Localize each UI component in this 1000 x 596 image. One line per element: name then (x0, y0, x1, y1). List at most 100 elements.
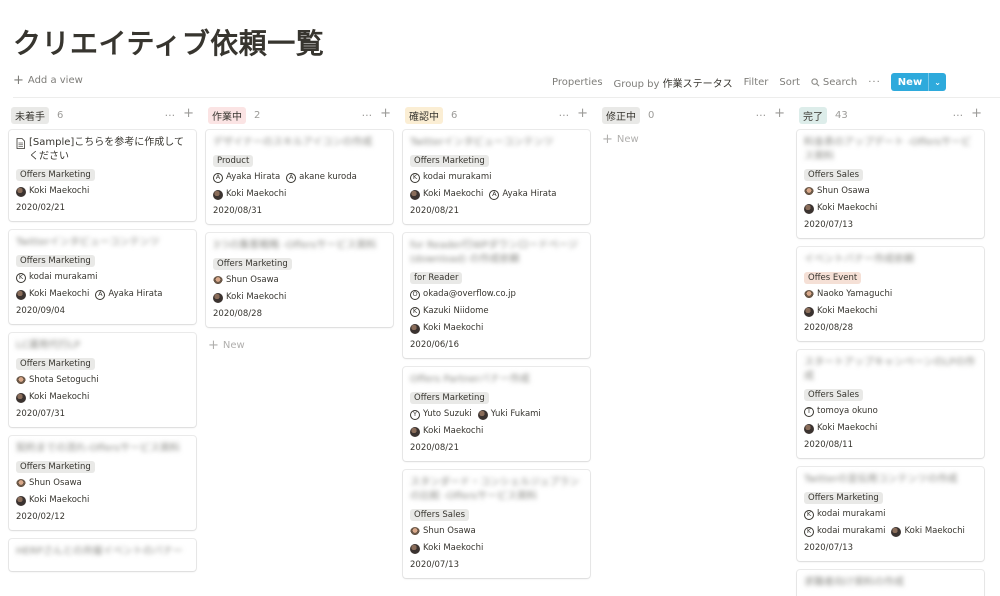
properties-button[interactable]: Properties (552, 77, 603, 88)
column-actions: ··· + (953, 107, 982, 122)
search-icon (811, 77, 820, 86)
column-status-tag[interactable]: 確認中 (405, 106, 443, 124)
avatar (410, 189, 420, 200)
column-more-icon[interactable]: ··· (756, 109, 767, 122)
avatar (804, 289, 814, 300)
search-button[interactable]: Search (811, 77, 857, 88)
board-card[interactable]: イベントバナー作成依頼 Offes Event Naoko Yamaguchi Kok… (797, 247, 984, 341)
column-count: 6 (57, 109, 64, 121)
people-row: Koki Maekochi (16, 185, 189, 198)
avatar: Y (410, 409, 420, 420)
board-card[interactable]: 3つの集客戦略 -Offersサービス資料 Offers Marketing Shu… (206, 233, 393, 327)
card-list: Twitterインタビューコンテンツ Offers Marketing Kkodai… (403, 130, 590, 578)
add-view-button[interactable]: + Add a view (13, 74, 83, 87)
column-header: 修正中 0 ··· + (600, 104, 787, 126)
column-actions: ··· + (362, 107, 391, 122)
board-card[interactable]: [Sample]こちらを参考に作成してください Offers Marketing K… (9, 130, 196, 221)
new-button-label: New (897, 76, 923, 88)
person-name: Koki Maekochi (904, 526, 965, 536)
people-row: Shun Osawa (804, 185, 977, 198)
card-date: 2020/02/21 (16, 203, 65, 213)
board-card[interactable]: デザイナーのスキルアイコンの作成 Product A Ayaka Hirata Aaka… (206, 130, 393, 224)
category-tag: Offers Sales (804, 169, 864, 181)
people-row: Koki Maekochi A Ayaka Hirata (410, 188, 583, 201)
person: Kkodai murakami (804, 508, 885, 521)
people-row: Shun Osawa (16, 477, 189, 490)
board-card[interactable]: Offers Partnerバナー作成 Offers Marketing Y Yuto… (403, 367, 590, 461)
person: A Ayaka Hirata (489, 188, 557, 201)
board-card[interactable]: HERPさんとの共催イベントのバナー (9, 539, 196, 571)
person-name: kodai murakami (817, 509, 886, 519)
people-row: Koki Maekochi (16, 494, 189, 507)
category-tag: Offers Marketing (16, 461, 95, 473)
person: Aakane kuroda (286, 171, 357, 184)
category-tag: Product (213, 155, 254, 167)
card-title: Twitterの宣伝用コンテンツの作成 (804, 473, 977, 487)
card-title-text: 3つの集客戦略 -Offersサービス資料 (213, 240, 377, 251)
board-column: 未着手 6 ··· + [Sample]こちらを参考に作成してください Offers Ma… (9, 104, 196, 596)
add-card-button[interactable]: + New (600, 130, 787, 149)
avatar (410, 543, 420, 554)
avatar (16, 375, 26, 386)
card-date: 2020/08/21 (410, 443, 459, 453)
column-add-icon[interactable]: + (577, 107, 588, 122)
people-row: Shun Osawa (213, 274, 386, 287)
card-date: 2020/07/13 (804, 220, 853, 230)
column-status-tag[interactable]: 未着手 (11, 106, 49, 124)
board-card[interactable]: 求職者向け資料の作成 (797, 570, 984, 596)
column-add-icon[interactable]: + (971, 107, 982, 122)
person-name: Koki Maekochi (817, 423, 878, 433)
column-status-tag[interactable]: 完了 (799, 106, 827, 124)
person: Shun Osawa (16, 477, 82, 490)
category-tag: Offers Marketing (804, 492, 883, 504)
board-card[interactable]: 料金表のアップデート -Offersサービス資料 Offers Sales Shun… (797, 130, 984, 238)
column-more-icon[interactable]: ··· (165, 109, 176, 122)
person: Koki Maekochi (16, 288, 89, 301)
group-by-button[interactable]: Group by 作業ステータス (614, 75, 733, 90)
column-status-tag[interactable]: 作業中 (208, 106, 246, 124)
column-more-icon[interactable]: ··· (953, 109, 964, 122)
new-button[interactable]: New ⌄ (890, 73, 946, 91)
plus-icon: + (208, 337, 219, 353)
sort-button[interactable]: Sort (779, 77, 800, 88)
more-options-button[interactable]: ··· (868, 77, 881, 88)
person-name: Ayaka Hirata (226, 172, 281, 182)
people-row: Naoko Yamaguchi (804, 288, 977, 301)
board-card[interactable]: スタートアップキャンペーンのLPの作成 Offers Sales Ttomoya o… (797, 350, 984, 458)
board-card[interactable]: LC運用代行LP Offers Marketing Shota Setoguchi K… (9, 333, 196, 427)
board-card[interactable]: Twitterの宣伝用コンテンツの作成 Offers Marketing Kkoda… (797, 467, 984, 561)
board-card[interactable]: for Reader行WPダウンロードページ (download) の作成依頼 f… (403, 233, 590, 358)
board-card[interactable]: Twitterインタビューコンテンツ Offers Marketing Kkodai… (9, 230, 196, 324)
category-tag: Offers Marketing (410, 392, 489, 404)
person-name: Shota Setoguchi (29, 375, 99, 385)
card-title: Offers Partnerバナー作成 (410, 373, 583, 387)
board-card[interactable]: 契約までの流れ-Offersサービス資料 Offers Marketing Shun… (9, 436, 196, 530)
column-add-icon[interactable]: + (774, 107, 785, 122)
chevron-down-icon[interactable]: ⌄ (928, 73, 946, 91)
people-row: Kkodai murakami Koki Maekochi (804, 525, 977, 538)
column-count: 43 (835, 109, 848, 121)
board-card[interactable]: Twitterインタビューコンテンツ Offers Marketing Kkodai… (403, 130, 590, 224)
add-card-button[interactable]: + New (206, 336, 393, 355)
board-card[interactable]: スタンダード・コンシェルジュプランの比較 -Offersサービス資料 Offers… (403, 470, 590, 578)
column-more-icon[interactable]: ··· (362, 109, 373, 122)
people-row: Koki Maekochi (804, 202, 977, 215)
column-status-tag[interactable]: 修正中 (602, 106, 640, 124)
people-row: Shun Osawa (410, 525, 583, 538)
person-name: Yuto Suzuki (423, 409, 472, 419)
people-row: Kkodai murakami (16, 271, 189, 284)
plus-icon: + (602, 131, 613, 147)
card-title-text: 求職者向け資料の作成 (804, 577, 904, 588)
person: Shun Osawa (804, 185, 870, 198)
column-add-icon[interactable]: + (380, 107, 391, 122)
board-column: 確認中 6 ··· + Twitterインタビューコンテンツ Offers Marketi… (403, 104, 590, 596)
add-card-label: New (616, 134, 639, 145)
category-tag: Offers Marketing (16, 255, 95, 267)
filter-button[interactable]: Filter (744, 77, 769, 88)
avatar (16, 495, 26, 506)
column-add-icon[interactable]: + (183, 107, 194, 122)
column-more-icon[interactable]: ··· (559, 109, 570, 122)
people-row: Koki Maekochi (804, 305, 977, 318)
person-name: akane kuroda (299, 172, 357, 182)
category-tag: Offers Marketing (410, 155, 489, 167)
